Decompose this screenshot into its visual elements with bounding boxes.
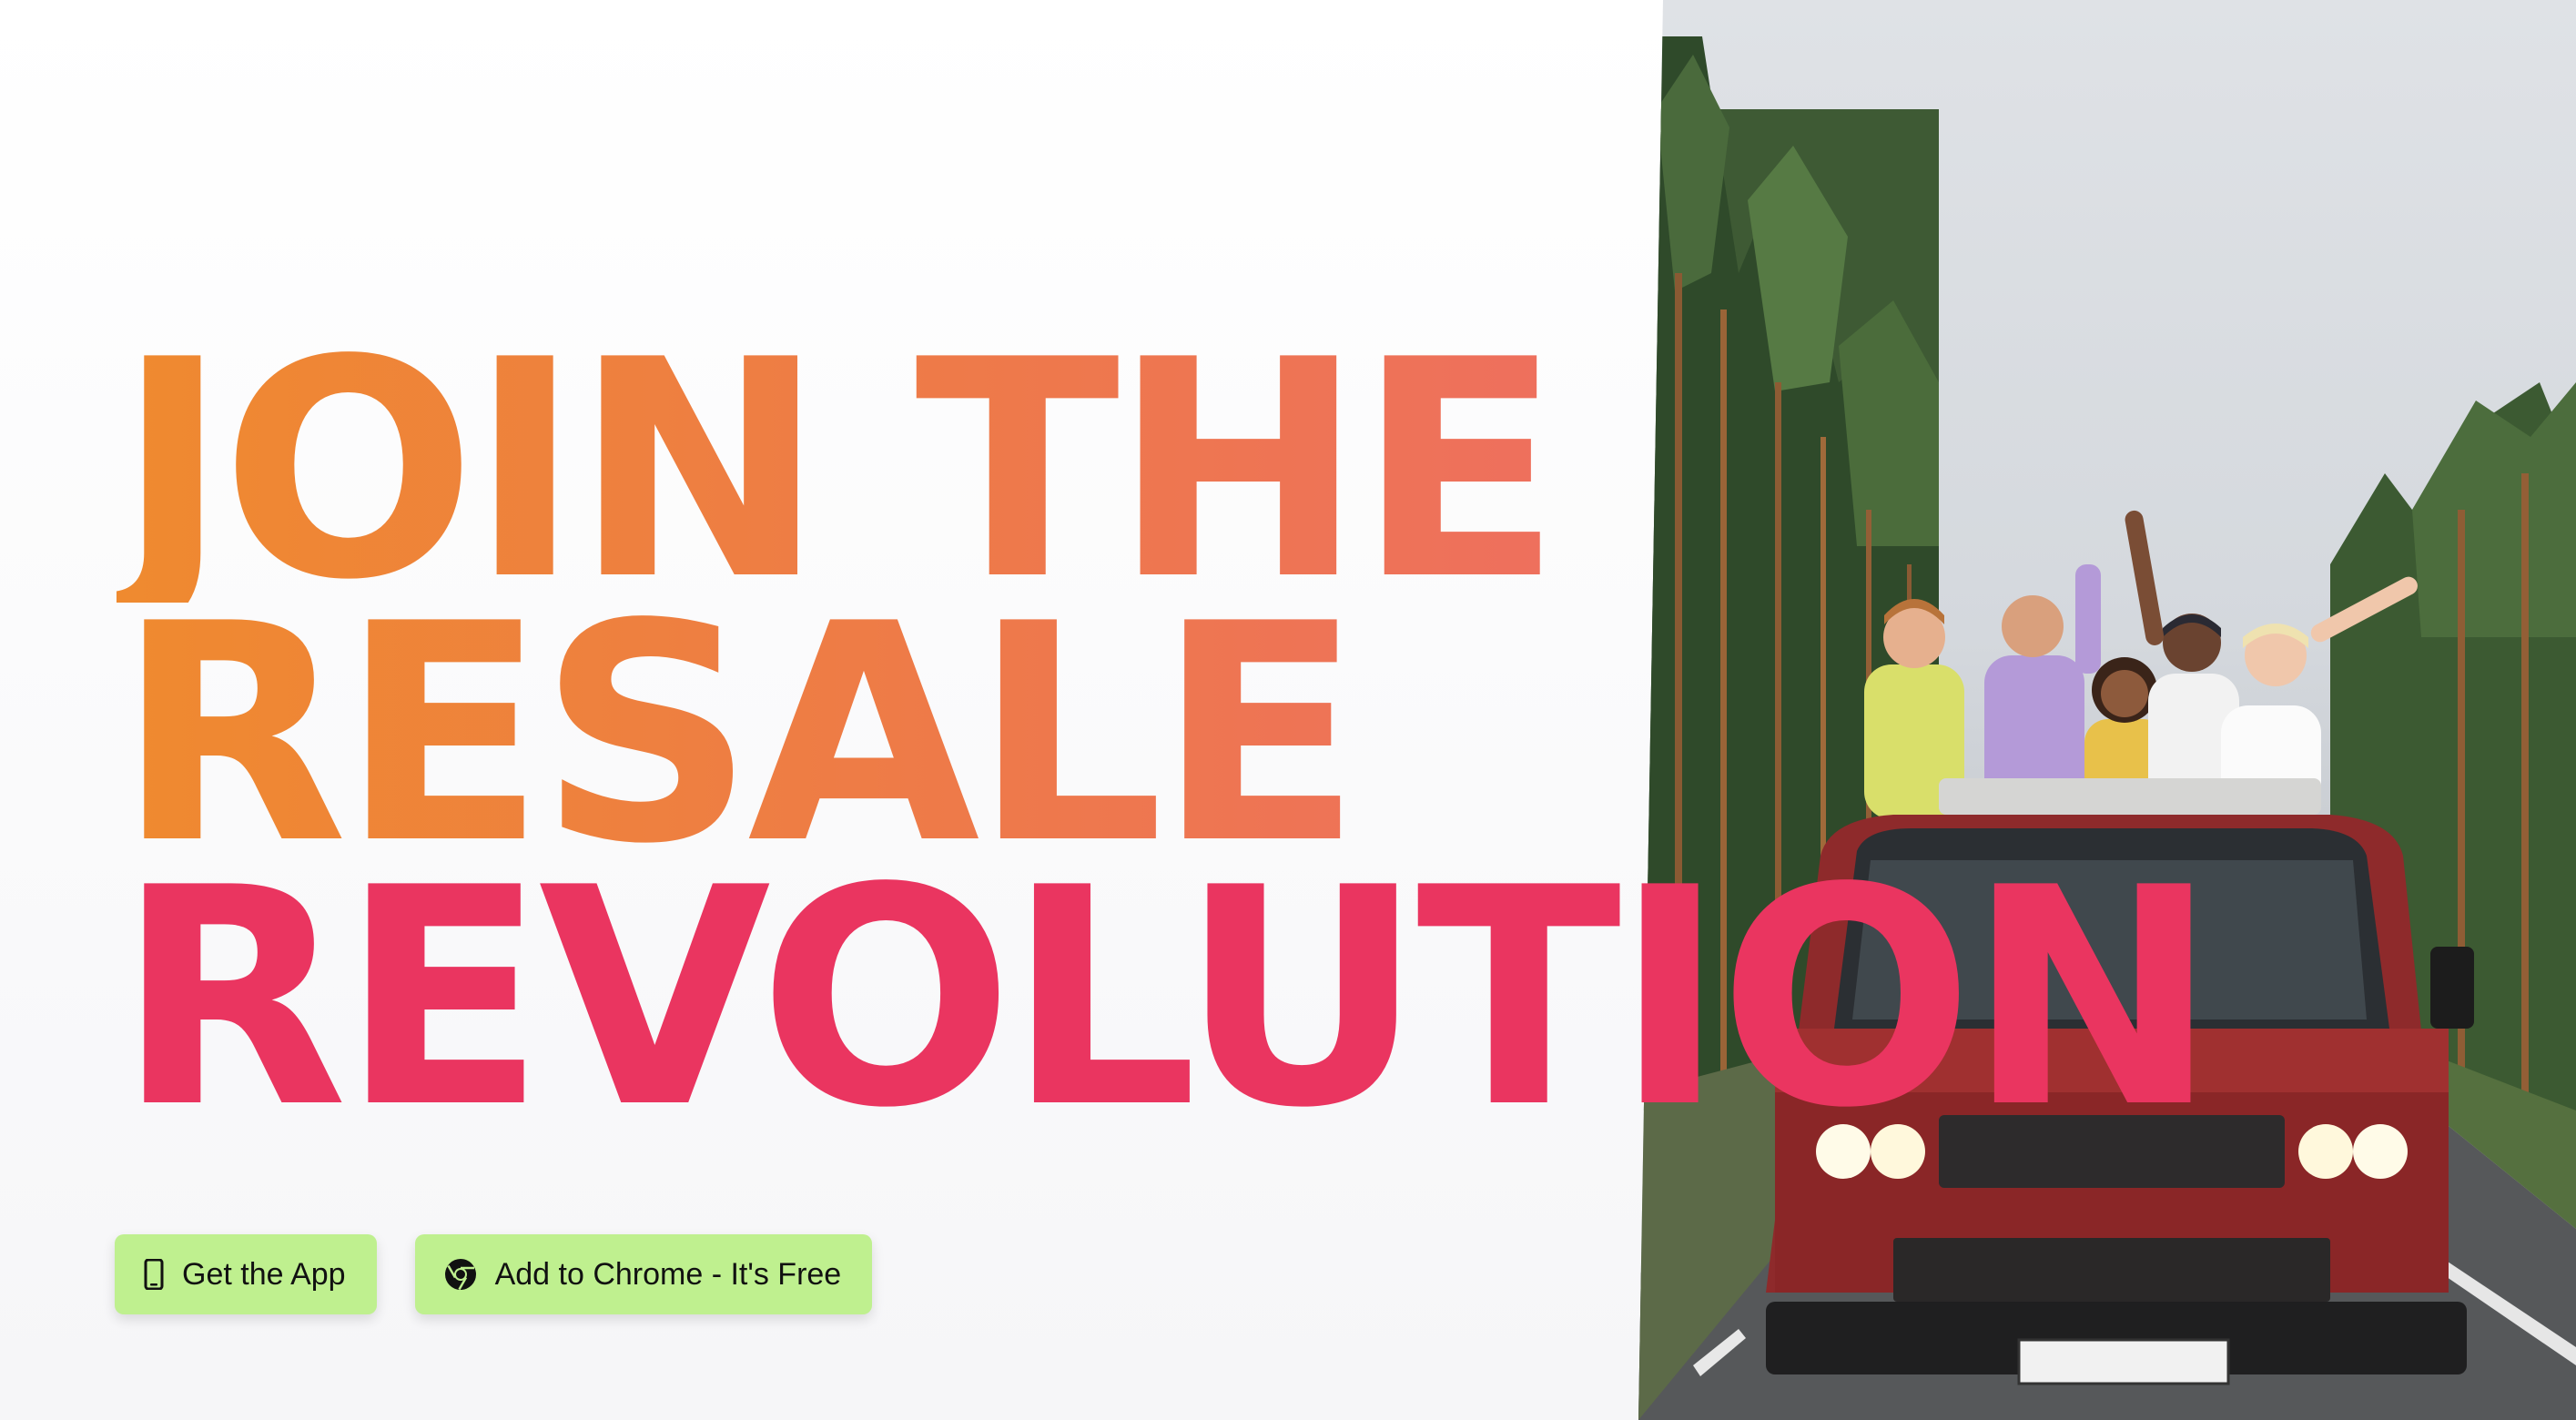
hero-headline: JOIN THE RESALE REVOLUTION: [117, 320, 2218, 1173]
get-app-button[interactable]: Get the App: [115, 1234, 377, 1314]
chrome-icon: [444, 1258, 477, 1291]
get-app-label: Get the App: [182, 1256, 346, 1292]
smartphone-icon: [144, 1259, 164, 1290]
headline-line-3: REVOLUTION: [117, 824, 2218, 1173]
cta-buttons: Get the App Add to Chrome - It's Free: [115, 1234, 873, 1314]
add-to-chrome-button[interactable]: Add to Chrome - It's Free: [414, 1234, 873, 1314]
landing-page: JOIN THE RESALE REVOLUTION Get the App A…: [0, 0, 2576, 1420]
add-to-chrome-label: Add to Chrome - It's Free: [494, 1256, 842, 1292]
